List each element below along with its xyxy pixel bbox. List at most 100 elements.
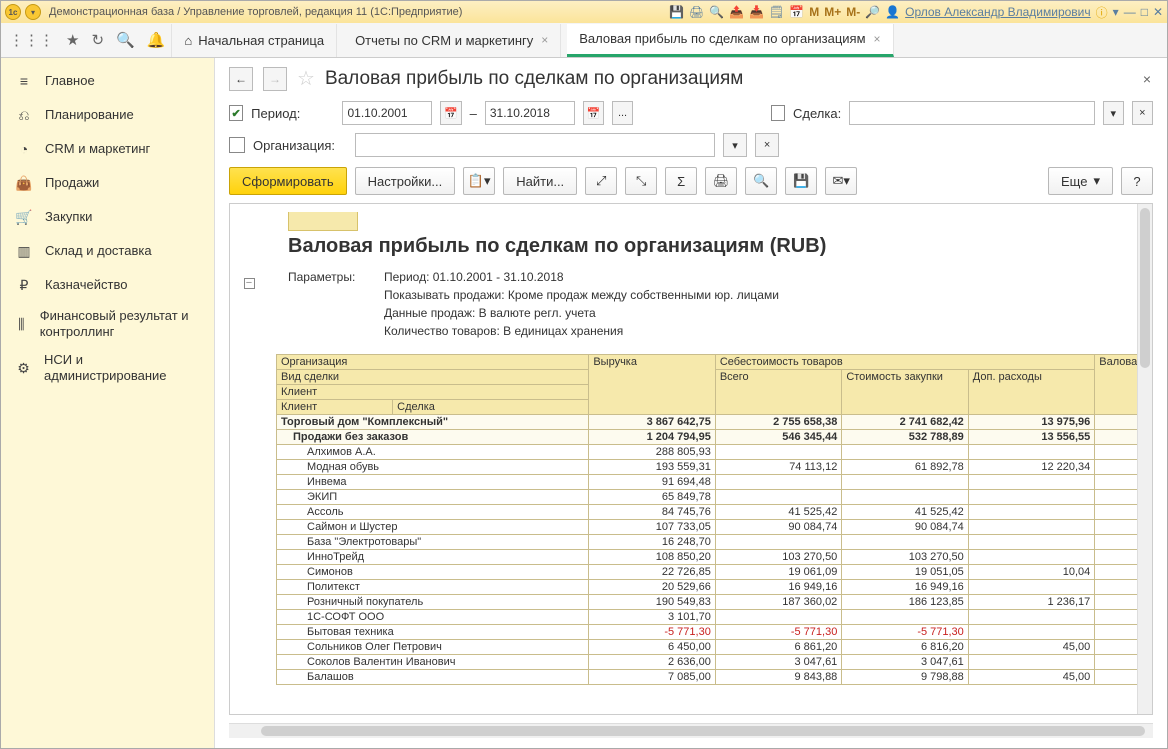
horizontal-scrollbar[interactable] [229,723,1153,738]
zoom-icon[interactable]: 🔎 [865,5,880,19]
sidebar-item-planning[interactable]: ⎌Планирование [1,98,214,132]
more-button[interactable]: Еще ▾ [1048,167,1113,195]
date-from-input[interactable]: 01.10.2001 [342,101,432,125]
date-from-picker-button[interactable]: 📅 [440,101,461,125]
table-row[interactable]: Алхимов А.А.288 805,93288 805,93100,00 [277,445,1154,460]
tab-reports-crm[interactable]: Отчеты по CRM и маркетингу × [343,24,561,57]
search-icon[interactable]: 🔍 [116,31,135,49]
sidebar-item-main[interactable]: ≡Главное [1,64,214,98]
deal-clear-button[interactable]: × [1132,101,1153,125]
calendar-icon[interactable]: 📅 [789,5,804,19]
deal-input[interactable] [849,101,1095,125]
cell: -5 771,30 [589,625,715,640]
sidebar-item-crm[interactable]: ◔CRM и маркетинг [1,132,214,166]
tab-gross-profit[interactable]: Валовая прибыль по сделкам по организаци… [567,24,893,57]
settings-extra-button[interactable]: 📋▾ [463,167,495,195]
clipboard-in-icon[interactable]: 📥 [749,5,764,19]
table-row[interactable]: Сольников Олег Петрович6 450,006 861,206… [277,640,1154,655]
tab-close-icon[interactable]: × [874,32,881,46]
table-row[interactable]: Розничный покупатель190 549,83187 360,02… [277,595,1154,610]
back-button[interactable]: ← [229,67,253,91]
close-button[interactable]: ✕ [1153,5,1163,19]
table-row[interactable]: Соколов Валентин Иванович2 636,003 047,6… [277,655,1154,670]
table-row[interactable]: Саймон и Шустер107 733,0590 084,7490 084… [277,520,1154,535]
deal-checkbox[interactable] [771,105,785,121]
print-icon[interactable]: 🖨 [689,5,704,19]
m-minus-button[interactable]: M- [846,5,860,19]
tree-collapse-button[interactable]: − [244,278,255,289]
apps-icon[interactable]: ⋮⋮⋮ [9,31,54,49]
forward-button[interactable]: → [263,67,287,91]
table-row[interactable]: 1С-СОФТ ООО3 101,703 101,70100,00 [277,610,1154,625]
sidebar-item-treasury[interactable]: ₽Казначейство [1,268,214,302]
table-row[interactable]: ИнноТрейд108 850,20103 270,50103 270,505… [277,550,1154,565]
period-checkbox[interactable]: ✔ [229,105,243,121]
table-row[interactable]: Модная обувь193 559,3174 113,1261 892,78… [277,460,1154,475]
table-row[interactable]: База "Электротовары"16 248,7016 248,7010… [277,535,1154,550]
sum-button[interactable]: Σ [665,167,697,195]
org-clear-button[interactable]: × [755,133,779,157]
preview-icon[interactable]: 🔍 [709,5,724,19]
sidebar-item-finance[interactable]: ⫼Финансовый результат и контроллинг [1,302,214,346]
date-to-input[interactable]: 31.10.2018 [485,101,575,125]
sidebar-item-purchasing[interactable]: 🛒Закупки [1,200,214,234]
cell [842,490,968,505]
deal-dropdown-button[interactable]: ▾ [1103,101,1124,125]
m-plus-button[interactable]: M+ [824,5,841,19]
help-button[interactable]: ? [1121,167,1153,195]
table-row[interactable]: Торговый дом "Комплексный"3 867 642,752 … [277,415,1154,430]
vertical-scrollbar[interactable] [1137,204,1152,714]
period-label: Период: [251,106,300,121]
org-checkbox[interactable] [229,137,245,153]
org-input[interactable] [355,133,715,157]
user-icon[interactable]: 👤 [885,5,900,19]
clipboard-out-icon[interactable]: 📤 [729,5,744,19]
collapse-button[interactable]: ⤡ [625,167,657,195]
info-dd-icon[interactable]: ▾ [1113,5,1119,19]
print-button[interactable]: 🖨 [705,167,737,195]
sidebar-item-sales[interactable]: 👜Продажи [1,166,214,200]
row-name: Соколов Валентин Иванович [277,655,589,670]
preview-button[interactable]: 🔍 [745,167,777,195]
cell: 20 529,66 [589,580,715,595]
save-icon[interactable]: 💾 [669,5,684,19]
minimize-button[interactable]: — [1124,5,1136,19]
expand-button[interactable]: ⤢ [585,167,617,195]
run-button[interactable]: Сформировать [229,167,347,195]
col-header: Доп. расходы [968,370,1095,415]
page-close-button[interactable]: × [1143,71,1151,87]
calc-icon[interactable]: 🗒 [769,5,784,19]
notifications-icon[interactable]: 🔔 [147,31,166,49]
save-report-button[interactable]: 💾 [785,167,817,195]
favorite-star-icon[interactable]: ☆ [297,66,315,91]
info-icon[interactable]: ⓘ [1096,4,1108,21]
table-row[interactable]: Балашов7 085,009 843,889 798,8845,00-2 7… [277,670,1154,685]
table-row[interactable]: Симонов22 726,8519 061,0919 051,0510,043… [277,565,1154,580]
table-row[interactable]: Бытовая техника-5 771,30-5 771,30-5 771,… [277,625,1154,640]
cell [715,445,841,460]
app-menu-dropdown[interactable]: ▾ [25,4,41,20]
user-name[interactable]: Орлов Александр Владимирович [905,5,1091,19]
m-button[interactable]: M [809,5,819,19]
table-row[interactable]: ЭКИП65 849,7865 849,78100,00 [277,490,1154,505]
report-area[interactable]: Валовая прибыль по сделкам по организаци… [229,203,1153,715]
table-row[interactable]: Продажи без заказов1 204 794,95546 345,4… [277,430,1154,445]
org-dropdown-button[interactable]: ▾ [723,133,747,157]
date-to-picker-button[interactable]: 📅 [583,101,604,125]
tab-home[interactable]: ⌂ Начальная страница [171,24,337,57]
page-title: Валовая прибыль по сделкам по организаци… [325,68,743,90]
period-more-button[interactable]: ... [612,101,633,125]
table-row[interactable]: Политекст20 529,6616 949,1616 949,163 58… [277,580,1154,595]
history-icon[interactable]: ↻ [91,31,104,49]
sidebar-item-label: Финансовый результат и контроллинг [40,308,200,339]
table-row[interactable]: Инвема91 694,4891 694,48100,00 [277,475,1154,490]
sidebar-item-admin[interactable]: ⚙НСИ и администрирование [1,346,214,390]
tab-close-icon[interactable]: × [541,33,548,47]
favorites-icon[interactable]: ★ [66,31,79,49]
settings-button[interactable]: Настройки... [355,167,456,195]
maximize-button[interactable]: □ [1141,5,1148,19]
find-button[interactable]: Найти... [503,167,577,195]
email-button[interactable]: ✉▾ [825,167,857,195]
sidebar-item-warehouse[interactable]: ▥Склад и доставка [1,234,214,268]
table-row[interactable]: Ассоль84 745,7641 525,4241 525,4243 220,… [277,505,1154,520]
